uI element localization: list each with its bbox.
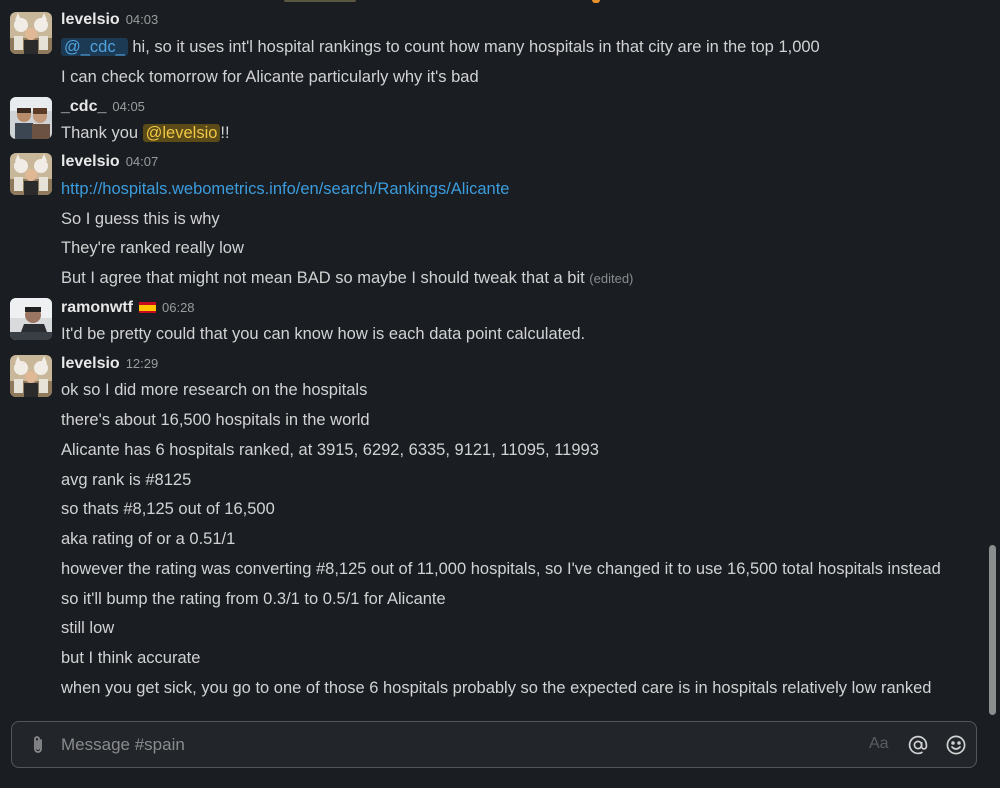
at-icon[interactable] bbox=[907, 734, 929, 756]
spain-flag-icon bbox=[139, 301, 156, 313]
message-line: so it'll bump the rating from 0.3/1 to 0… bbox=[61, 590, 446, 608]
hospital-rankings-link[interactable]: http://hospitals.webometrics.info/en/sea… bbox=[61, 179, 509, 199]
message-text: But I agree that might not mean BAD so m… bbox=[61, 269, 590, 287]
avatar[interactable] bbox=[10, 97, 52, 139]
message-line: Thank you @levelsio!! bbox=[61, 123, 230, 143]
author-name[interactable]: levelsio bbox=[61, 153, 120, 171]
user-mention[interactable]: @_cdc_ bbox=[61, 38, 128, 56]
message-line: avg rank is #8125 bbox=[61, 471, 192, 489]
message-line: So I guess this is why bbox=[61, 210, 220, 228]
timestamp[interactable]: 04:07 bbox=[126, 154, 159, 169]
message-composer: Aa bbox=[11, 721, 977, 768]
message-list: levelsio 04:03 @_cdc_ hi, so it uses int… bbox=[0, 0, 986, 715]
self-mention[interactable]: @levelsio bbox=[142, 124, 221, 142]
timestamp[interactable]: 04:03 bbox=[126, 12, 159, 27]
author-name[interactable]: _cdc_ bbox=[61, 98, 106, 116]
message-line: I can check tomorrow for Alicante partic… bbox=[61, 68, 479, 86]
message-line: They're ranked really low bbox=[61, 239, 244, 257]
timestamp[interactable]: 06:28 bbox=[162, 300, 195, 315]
message-input[interactable] bbox=[61, 722, 841, 767]
message-line: however the rating was converting #8,125… bbox=[61, 560, 941, 578]
paperclip-icon[interactable] bbox=[28, 734, 48, 756]
message-line: Alicante has 6 hospitals ranked, at 3915… bbox=[61, 441, 599, 459]
message-line: aka rating of or a 0.51/1 bbox=[61, 530, 236, 548]
scrollbar-track[interactable] bbox=[986, 0, 1000, 715]
message-header: levelsio 04:07 bbox=[61, 153, 158, 171]
message-line: so thats #8,125 out of 16,500 bbox=[61, 500, 275, 518]
format-icon[interactable]: Aa bbox=[869, 735, 889, 753]
message-line: ok so I did more research on the hospita… bbox=[61, 381, 368, 399]
avatar[interactable] bbox=[10, 355, 52, 397]
scrollbar-thumb[interactable] bbox=[989, 545, 996, 715]
message-text: !! bbox=[220, 124, 230, 142]
message-line: there's about 16,500 hospitals in the wo… bbox=[61, 411, 370, 429]
message-line: It'd be pretty could that you can know h… bbox=[61, 325, 586, 343]
message-line: when you get sick, you go to one of thos… bbox=[61, 679, 932, 697]
avatar[interactable] bbox=[10, 153, 52, 195]
emoji-icon[interactable] bbox=[945, 734, 967, 756]
message-header: _cdc_ 04:05 bbox=[61, 98, 145, 116]
message-line: @_cdc_ hi, so it uses int'l hospital ran… bbox=[61, 37, 820, 57]
message-header: ramonwtf 06:28 bbox=[61, 299, 195, 317]
author-name[interactable]: ramonwtf bbox=[61, 299, 133, 317]
message-header: levelsio 12:29 bbox=[61, 355, 158, 373]
edited-label: (edited) bbox=[589, 271, 634, 286]
author-name[interactable]: levelsio bbox=[61, 11, 120, 29]
author-name[interactable]: levelsio bbox=[61, 355, 120, 373]
message-line: still low bbox=[61, 619, 115, 637]
message-line: but I think accurate bbox=[61, 649, 201, 667]
message-line: But I agree that might not mean BAD so m… bbox=[61, 268, 633, 289]
avatar[interactable] bbox=[10, 12, 52, 54]
message-header: levelsio 04:03 bbox=[61, 11, 158, 29]
avatar[interactable] bbox=[10, 298, 52, 340]
message-text: Thank you bbox=[61, 124, 143, 142]
slack-channel-view: levelsio 04:03 @_cdc_ hi, so it uses int… bbox=[0, 0, 1000, 788]
timestamp[interactable]: 04:05 bbox=[112, 99, 145, 114]
timestamp[interactable]: 12:29 bbox=[126, 356, 159, 371]
message-text: hi, so it uses int'l hospital rankings t… bbox=[127, 38, 820, 56]
